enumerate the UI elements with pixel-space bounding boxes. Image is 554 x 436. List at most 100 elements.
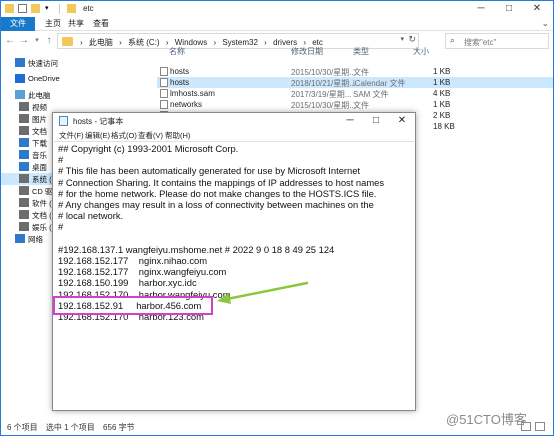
nav-item[interactable]: 快速访问 [1,57,61,69]
drive-icon [19,174,29,183]
file-name: hosts [170,67,190,76]
nav-item-label: OneDrive [28,74,60,83]
menu-format[interactable]: 格式(O) [111,130,137,141]
text-line: 192.168.152.177 nginx.wangfeiyu.com [58,266,227,278]
address-dropdown-icon[interactable]: ▾ [400,35,404,43]
notepad-text-area[interactable]: ## Copyright (c) 1993-2001 Microsoft Cor… [54,141,414,409]
file-row[interactable]: networks 2015/10/30/星期... 文件 1 KB [157,99,553,110]
search-input[interactable]: ⌕ 搜索"etc" [445,33,549,49]
file-size: 1 KB [433,78,451,87]
expand-ribbon-icon[interactable]: ⌄ [541,18,549,29]
highlight-box [53,296,213,315]
cd-icon [19,186,29,195]
nav-item-label: 桌面 [32,163,47,172]
window-title: etc [83,4,94,13]
nav-item[interactable]: OneDrive [1,73,61,85]
text-line: ## Copyright (c) 1993-2001 Microsoft Cor… [58,143,239,154]
breadcrumb-sep: › [264,38,267,47]
title-bar: ▾ etc ─ □ ✕ [1,1,553,17]
desktop-icon [19,162,29,171]
nav-item-label: 音乐 [32,151,47,160]
file-row[interactable]: lmhosts.sam 2017/3/19/星期... SAM 文件 4 KB [157,88,553,99]
file-row[interactable]: hosts 2018/10/21/星期... iCalendar 文件 1 KB [157,77,553,88]
tab-home[interactable]: 主页 [45,17,61,31]
file-row[interactable]: hosts 2015/10/30/星期... 文件 1 KB [157,66,553,77]
new-folder-icon[interactable] [31,4,40,13]
large-icons-view-icon[interactable] [535,422,545,431]
file-icon [160,67,168,76]
properties-icon[interactable] [18,4,27,13]
text-line: # Any changes may result in a loss of co… [58,199,374,210]
breadcrumb-this-pc[interactable]: 此电脑 [89,38,113,47]
nav-item-label: 视频 [32,103,47,112]
file-name: lmhosts.sam [170,89,215,98]
drive-icon [19,222,29,231]
file-icon [160,89,168,98]
selection-size: 656 字节 [103,423,135,432]
annotation-arrow [217,281,309,304]
watermark: @51CTO博客 [446,412,527,427]
drive-icon [19,210,29,219]
column-type[interactable]: 类型 [353,46,369,57]
nav-item-label: 文档 [32,127,47,136]
text-line: 192.168.150.199 harbor.xyc.idc [58,277,197,289]
tab-view[interactable]: 查看 [93,17,109,31]
nav-item-label: 快速访问 [28,59,58,68]
status-text: 6 个项目 选中 1 个项目 656 字节 [7,422,141,433]
notepad-title: hosts - 记事本 [73,117,124,126]
notepad-close-button[interactable]: ✕ [389,113,415,129]
quick-access-dropdown-icon[interactable]: ▾ [45,4,54,13]
notepad-minimize-button[interactable]: ─ [337,113,363,129]
notepad-menu-bar: 文件(F) 编辑(E) 格式(O) 查看(V) 帮助(H) [53,129,415,141]
file-icon [160,100,168,109]
divider [59,4,60,14]
up-button[interactable]: ↑ [42,34,56,48]
text-line: # [58,154,64,166]
computer-icon [15,90,25,99]
item-count: 6 个项目 [7,423,38,432]
title-folder-icon [67,4,76,13]
close-button[interactable]: ✕ [523,1,551,17]
nav-item-label: 网络 [28,235,43,244]
notepad-window: hosts - 记事本 ─ □ ✕ 文件(F) 编辑(E) 格式(O) 查看(V… [52,112,416,411]
notepad-title-bar: hosts - 记事本 ─ □ ✕ [53,113,415,129]
column-name[interactable]: 名称 [169,46,185,57]
breadcrumb-sep: › [80,38,83,47]
notepad-maximize-button[interactable]: □ [363,113,389,129]
file-name: hosts [170,78,190,87]
address-folder-icon [62,37,73,46]
column-size[interactable]: 大小 [413,46,429,57]
picture-icon [19,114,29,123]
nav-item-label: 下载 [32,139,47,148]
breadcrumb-sep: › [213,38,217,47]
text-line: # Connection Sharing. It contains the ma… [58,176,385,188]
tab-share[interactable]: 共享 [68,17,84,31]
menu-edit[interactable]: 编辑(E) [85,130,110,141]
cloud-icon [15,74,25,83]
maximize-button[interactable]: □ [495,1,523,17]
music-icon [19,150,29,159]
column-date[interactable]: 修改日期 [291,46,323,57]
nav-item-label: 图片 [32,115,47,124]
menu-file[interactable]: 文件(F) [59,130,84,141]
file-size: 18 KB [433,122,455,131]
text-line: # This file has been automatically gener… [58,165,361,177]
menu-view[interactable]: 查看(V) [138,130,163,141]
breadcrumb-sep: › [119,38,122,47]
breadcrumb-c-drive[interactable]: 系统 (C:) [128,38,160,47]
nav-item-label: 此电脑 [28,91,51,100]
breadcrumb-system32[interactable]: System32 [222,38,258,47]
folder-icon [5,4,14,13]
back-button[interactable]: ← [3,34,17,48]
file-size: 1 KB [433,67,451,76]
forward-button[interactable]: → [17,34,31,48]
tab-file[interactable]: 文件 [1,17,35,31]
selection-count: 选中 1 个项目 [45,423,95,432]
nav-item[interactable]: 此电脑 [1,89,61,101]
refresh-icon[interactable]: ↻ [408,34,416,45]
text-line: # local network. [58,210,124,222]
search-placeholder: 搜索"etc" [464,38,497,47]
menu-help[interactable]: 帮助(H) [165,130,190,141]
file-size: 1 KB [433,100,451,109]
minimize-button[interactable]: ─ [467,1,495,17]
